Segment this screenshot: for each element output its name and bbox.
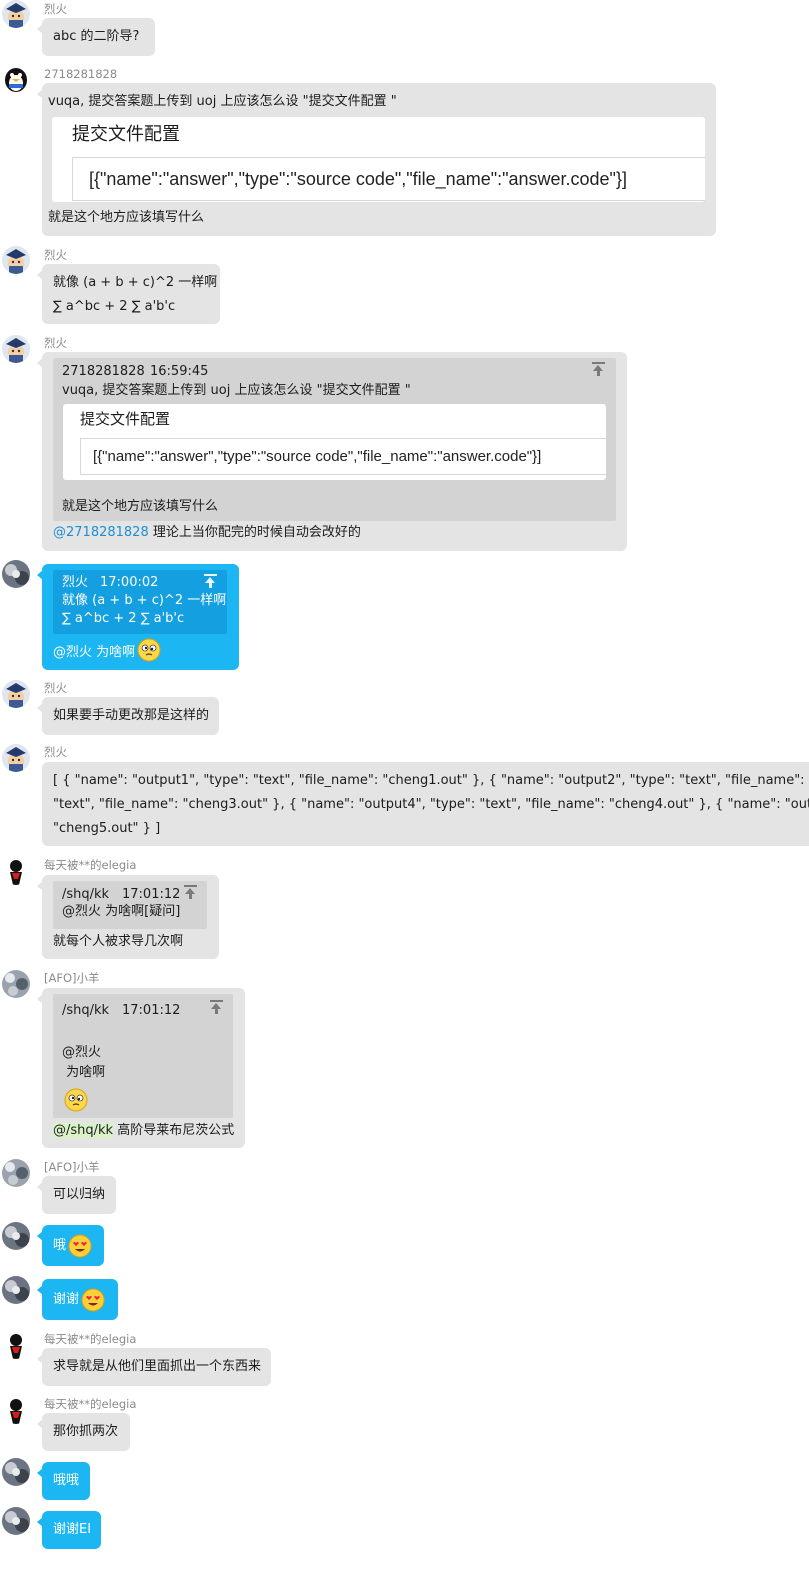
avatar-elegia[interactable] [2,857,30,885]
message-bubble-self: 谢谢 [37,1279,118,1320]
avatar-self[interactable] [2,1222,30,1250]
quote-footer: 就是这个地方应该填写什么 [62,499,219,514]
pin-to-top-icon[interactable] [184,885,197,899]
message-text: 就像 (a + b + c)^2 一样啊 [53,275,218,290]
message-text: 谢谢 [53,1292,80,1307]
reply-text: 就每个人被求导几次啊 [53,934,184,949]
message-text: ∑ a^bc + 2 ∑ a'b'c [53,299,176,314]
reply-text: @/shq/kk 高阶导莱布尼茨公式 [53,1120,234,1142]
quoted-message[interactable]: /shq/kk 17:01:12 @烈火 为啥啊[疑问] [53,881,207,929]
message-text: [ { "name": "output1", "type": "text", "… [53,773,809,788]
sender-name: 2718281828 [44,67,118,81]
quoted-message[interactable]: 2718281828 16:59:45 vuqa, 提交答案题上传到 uoj 上… [53,358,616,521]
quote-text: vuqa, 提交答案题上传到 uoj 上应该怎么设 "提交文件配置 " [62,383,411,398]
message-bubble-self: 谢谢EI [37,1511,101,1549]
message-bubble: vuqa, 提交答案题上传到 uoj 上应该怎么设 "提交文件配置 " 提交文件… [37,83,716,236]
sender-name: [AFO]小羊 [44,971,100,985]
avatar-liehuo[interactable] [2,744,30,772]
pin-to-top-icon[interactable] [210,1000,223,1014]
card-title: 提交文件配置 [72,124,180,145]
avatar-2718281828[interactable] [2,66,30,94]
avatar-liehuo[interactable] [2,335,30,363]
message-bubble-self: 烈火 17:00:02 就像 (a + b + c)^2 一样啊 ∑ a^bc … [37,564,239,670]
message-text: 求导就是从他们里面抓出一个东西来 [53,1359,262,1374]
message-text: 如果要手动更改那是这样的 [53,708,210,723]
avatar-elegia[interactable] [2,1396,30,1424]
avatar-self[interactable] [2,1507,30,1535]
avatar-liehuo[interactable] [2,0,30,28]
sender-name: 烈火 [44,248,67,262]
pin-to-top-icon[interactable] [204,574,217,588]
quote-text: ∑ a^bc + 2 ∑ a'b'c [62,611,185,626]
sender-name: 烈火 [44,2,67,16]
emoji-question-icon [64,1088,88,1112]
message-bubble-self: 哦哦 [37,1462,90,1500]
message-text: 哦 [53,1238,67,1253]
message-bubble: /shq/kk 17:01:12 @烈火 为啥啊 @/shq/kk 高阶导莱布尼… [37,988,245,1148]
message-bubble: /shq/kk 17:01:12 @烈火 为啥啊[疑问] 就每个人被求导几次啊 [37,875,219,959]
message-text: "cheng5.out" } ] [53,821,161,836]
config-input[interactable]: [{"name":"answer","type":"source code","… [72,157,705,201]
message-text: 哦哦 [53,1473,80,1488]
emoji-question-icon [137,638,161,662]
message-bubble: 求导就是从他们里面抓出一个东西来 [37,1348,271,1386]
avatar-self[interactable] [2,1276,30,1304]
reply-text: @2718281828 理论上当你配完的时候自动会改好的 [53,522,361,544]
sender-name: 每天被**的elegia [44,1332,137,1346]
quote-time: 17:01:12 [122,1003,181,1018]
message-bubble-self: 哦 [37,1225,104,1266]
message-text: 就是这个地方应该填写什么 [48,210,205,225]
quoted-message[interactable]: /shq/kk 17:01:12 @烈火 为啥啊 [53,994,233,1118]
message-bubble: abc 的二阶导? [37,18,155,56]
message-text: 那你抓两次 [53,1424,119,1439]
message-text: abc 的二阶导? [53,29,140,44]
quote-author: /shq/kk [62,1003,110,1018]
message-bubble: 就像 (a + b + c)^2 一样啊 ∑ a^bc + 2 ∑ a'b'c [37,264,220,324]
sender-name: 每天被**的elegia [44,858,137,872]
mention-link[interactable]: @2718281828 [53,525,149,540]
avatar-afo[interactable] [2,1159,30,1187]
message-text: vuqa, 提交答案题上传到 uoj 上应该怎么设 "提交文件配置 " [48,94,397,109]
avatar-self[interactable] [2,1458,30,1486]
sender-name: 烈火 [44,336,67,350]
card-title: 提交文件配置 [80,410,171,428]
message-bubble: [ { "name": "output1", "type": "text", "… [42,762,809,846]
avatar-self[interactable] [2,560,30,588]
message-bubble: 那你抓两次 [37,1413,130,1451]
avatar-liehuo[interactable] [2,246,30,274]
quoted-message[interactable]: 烈火 17:00:02 就像 (a + b + c)^2 一样啊 ∑ a^bc … [53,570,227,634]
pin-to-top-icon[interactable] [592,362,605,376]
avatar-liehuo[interactable] [2,680,30,708]
message-text: 谢谢EI [53,1522,92,1537]
config-card: 提交文件配置 [{"name":"answer","type":"source … [52,117,705,202]
config-input: [{"name":"answer","type":"source code","… [80,438,606,475]
sender-name: 每天被**的elegia [44,1397,137,1411]
sender-name: [AFO]小羊 [44,1160,100,1174]
avatar-afo[interactable] [2,970,30,998]
reply-body: 理论上当你配完的时候自动会改好的 [148,525,361,540]
message-bubble: 如果要手动更改那是这样的 [37,697,219,735]
mention-link[interactable]: @/shq/kk [53,1123,114,1138]
quote-text: 为啥啊 [62,1065,106,1080]
config-card: 提交文件配置 [{"name":"answer","type":"source … [63,404,606,480]
reply-text: @烈火 为啥啊 [53,645,136,660]
message-text: "text", "file_name": "cheng3.out" }, { "… [53,797,809,812]
quote-text: @烈火 为啥啊[疑问] [62,904,181,919]
quote-text: @烈火 [62,1045,102,1060]
reply-body: 高阶导莱布尼茨公式 [113,1123,235,1138]
message-bubble: 2718281828 16:59:45 vuqa, 提交答案题上传到 uoj 上… [37,352,627,551]
sender-name: 烈火 [44,745,67,759]
message-bubble: 可以归纳 [37,1176,116,1214]
sender-name: 烈火 [44,681,67,695]
message-text: 可以归纳 [53,1187,106,1202]
avatar-elegia[interactable] [2,1331,30,1359]
emoji-heart-eyes-icon [68,1234,92,1258]
emoji-heart-eyes-icon [81,1288,105,1312]
